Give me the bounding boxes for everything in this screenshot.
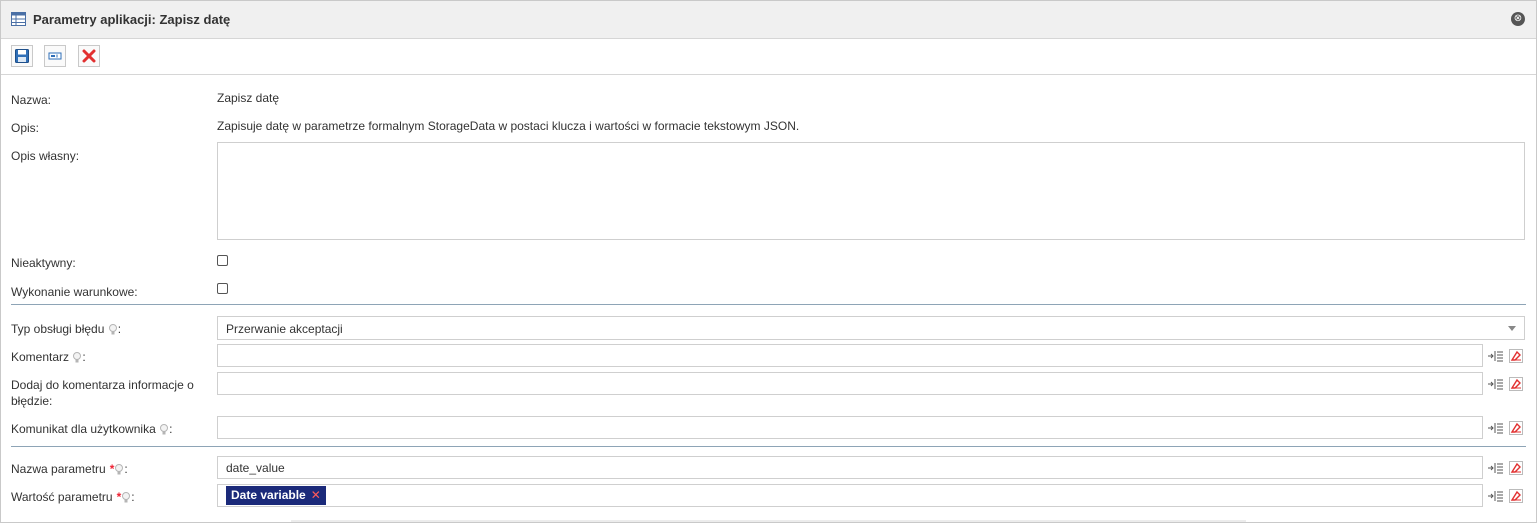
own-description-textarea[interactable] [217,142,1525,240]
edit-field-button[interactable] [44,45,66,67]
error-type-value: Przerwanie akceptacji [226,322,343,336]
comment-label: Komentarz : [11,350,86,366]
required-marker: * [116,490,122,504]
param-name-side-icons [1488,461,1528,477]
delete-button[interactable] [78,45,100,67]
insert-variable-icon[interactable] [1488,489,1504,506]
edit-field-icon [48,52,62,60]
hint-icon[interactable] [122,492,131,506]
conditional-checkbox[interactable] [217,283,228,294]
save-button[interactable] [11,45,33,67]
hint-icon[interactable] [115,464,124,478]
insert-variable-icon[interactable] [1488,349,1504,366]
close-button[interactable]: ⊗ [1511,12,1525,26]
save-icon [15,49,29,63]
clear-icon[interactable] [1509,377,1523,394]
description-value: Zapisuje datę w parametrze formalnym Sto… [217,119,800,133]
user-message-label: Komunikat dla użytkownika : [11,422,173,438]
variable-tag[interactable]: Date variable ✕ [226,486,326,505]
close-icon: ⊗ [1513,13,1523,24]
clear-icon[interactable] [1509,349,1523,366]
user-message-side-icons [1488,421,1528,437]
add-error-info-side-icons [1488,377,1528,393]
delete-icon [82,49,96,63]
param-value-label: Wartość parametru * : [11,490,135,506]
error-type-select[interactable]: Przerwanie akceptacji [217,316,1525,340]
separator [11,304,1526,305]
window-titlebar: Parametry aplikacji: Zapisz datę ⊗ [1,1,1536,39]
description-label: Opis: [11,121,40,135]
app-parameters-window: Parametry aplikacji: Zapisz datę ⊗ Nazwa… [0,0,1537,523]
window-title: Parametry aplikacji: Zapisz datę [33,12,231,27]
hint-icon[interactable] [160,424,169,438]
insert-variable-icon[interactable] [1488,377,1504,394]
comment-input[interactable] [217,344,1483,367]
param-value-input[interactable]: Date variable ✕ [217,484,1483,507]
own-description-label: Opis własny: [11,149,80,163]
hint-icon[interactable] [108,324,117,338]
add-error-info-label-line1: Dodaj do komentarza informacje o [11,378,194,392]
add-error-info-label-line2: błędzie: [11,394,53,408]
name-value: Zapisz datę [217,91,280,105]
param-name-label: Nazwa parametru * : [11,462,128,478]
remove-tag-icon[interactable]: ✕ [311,488,321,502]
error-type-label: Typ obsługi błędu : [11,322,122,338]
comment-side-icons [1488,349,1528,365]
user-message-input[interactable] [217,416,1483,439]
insert-variable-icon[interactable] [1488,461,1504,478]
param-value-side-icons [1488,489,1528,505]
insert-variable-icon[interactable] [1488,421,1504,438]
clear-icon[interactable] [1509,489,1523,506]
add-error-info-input[interactable] [217,372,1483,395]
separator [11,446,1526,447]
hint-icon[interactable] [73,352,82,366]
inactive-label: Nieaktywny: [11,256,76,270]
clear-icon[interactable] [1509,421,1523,438]
toolbar [1,39,1536,75]
scroll-edge [291,520,1246,522]
param-name-input[interactable]: date_value [217,456,1483,479]
conditional-label: Wykonanie warunkowe: [11,285,138,299]
chevron-down-icon [1508,326,1516,331]
required-marker: * [109,462,115,476]
table-icon [11,12,26,29]
inactive-checkbox[interactable] [217,255,228,266]
name-label: Nazwa: [11,93,52,107]
clear-icon[interactable] [1509,461,1523,478]
